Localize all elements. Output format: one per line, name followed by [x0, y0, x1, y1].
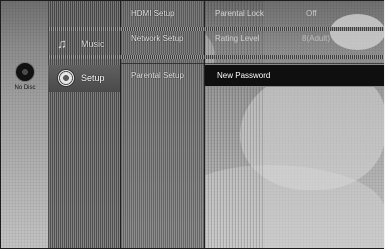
- setup-screen: No Disc ♫ Music Setup HDMI Setup Network…: [0, 0, 384, 249]
- screen-border: [0, 0, 384, 249]
